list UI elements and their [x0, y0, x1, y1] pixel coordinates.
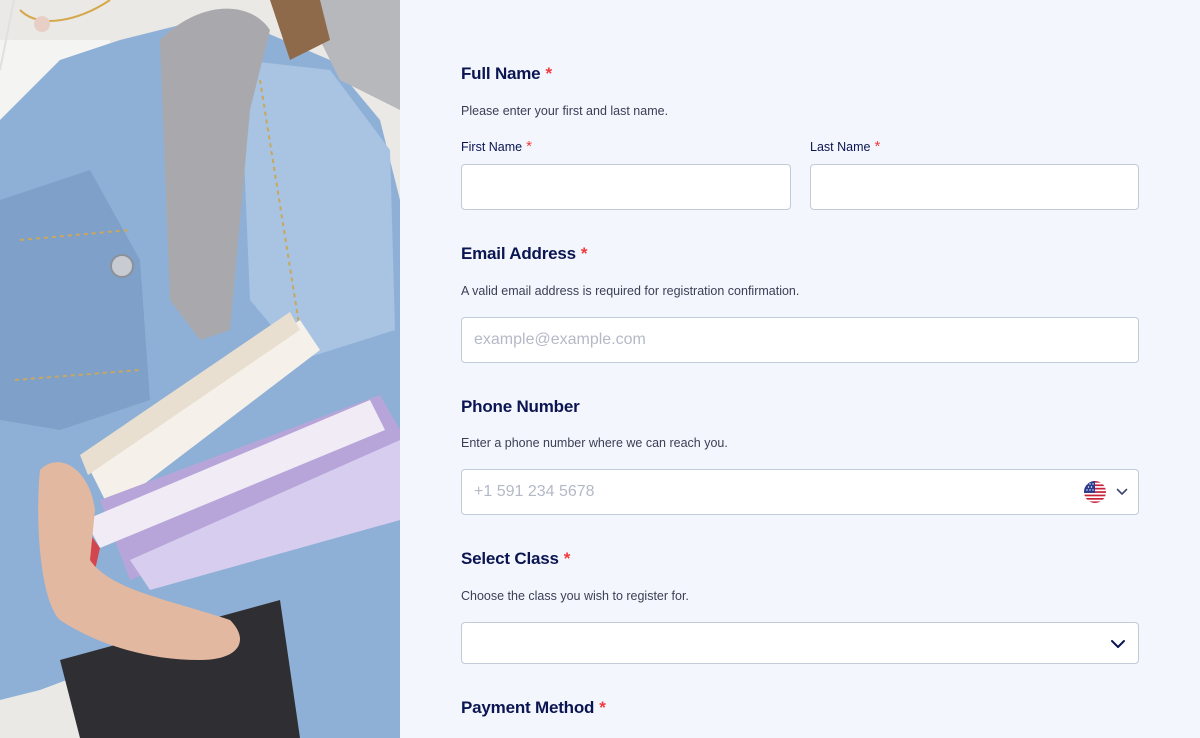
class-select[interactable] — [461, 622, 1139, 664]
required-asterisk: * — [545, 64, 552, 83]
phone-input[interactable] — [462, 470, 1138, 514]
last-name-input[interactable] — [811, 165, 1138, 209]
select-class-hint: Choose the class you wish to register fo… — [461, 589, 689, 603]
payment-method-heading: Payment Method * — [461, 698, 606, 717]
last-name-field[interactable] — [810, 164, 1139, 210]
email-field[interactable] — [461, 317, 1139, 363]
required-asterisk: * — [580, 244, 588, 263]
first-name-label: First Name * — [461, 138, 532, 155]
student-photo — [0, 0, 400, 738]
first-name-input[interactable] — [462, 165, 790, 209]
full-name-hint: Please enter your first and last name. — [461, 104, 669, 118]
required-asterisk: * — [526, 138, 532, 155]
chevron-down-icon — [1111, 640, 1125, 648]
email-heading: Email Address * — [461, 244, 588, 263]
phone-heading: Phone Number — [461, 397, 580, 416]
required-asterisk: * — [874, 138, 881, 155]
first-name-field[interactable] — [461, 164, 791, 210]
phone-hint: Enter a phone number where we can reach … — [461, 436, 728, 450]
required-asterisk: * — [563, 549, 571, 568]
country-code-dropdown[interactable] — [1084, 481, 1128, 503]
required-asterisk: * — [599, 698, 606, 717]
us-flag-icon — [1084, 481, 1106, 503]
full-name-heading: Full Name * — [461, 64, 552, 83]
last-name-label: Last Name * — [810, 138, 881, 155]
email-input[interactable] — [462, 318, 1138, 362]
email-hint: A valid email address is required for re… — [461, 284, 800, 298]
chevron-down-icon — [1116, 488, 1128, 495]
phone-field[interactable] — [461, 469, 1139, 515]
select-class-heading: Select Class * — [461, 549, 571, 568]
